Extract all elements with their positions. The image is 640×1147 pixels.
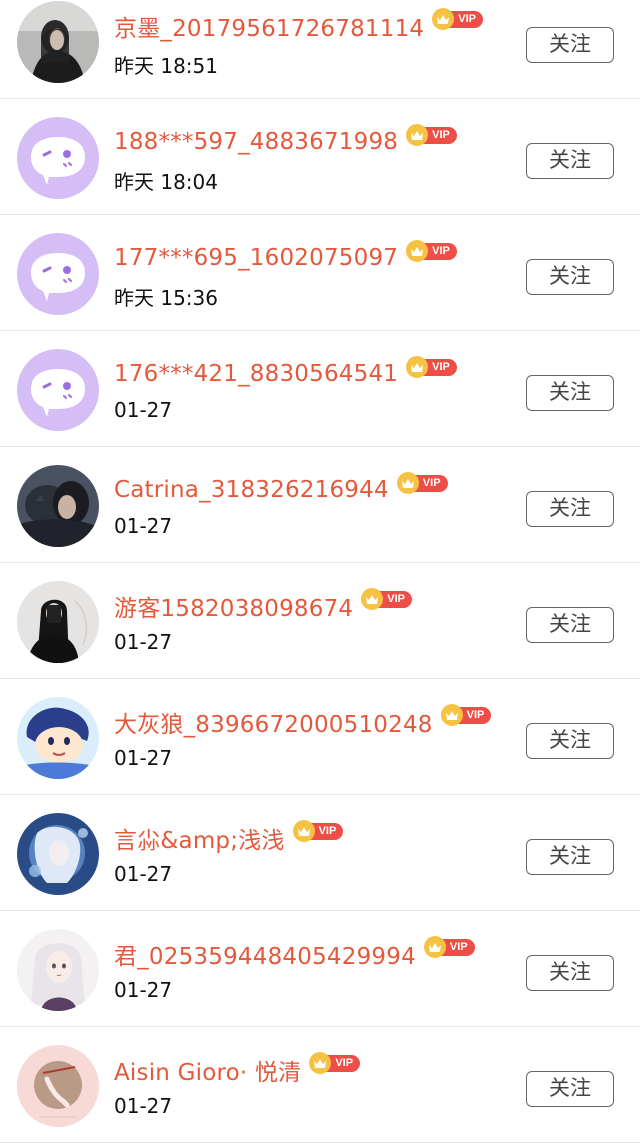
username[interactable]: 176***421_8830564541 — [114, 361, 398, 387]
timestamp: 昨天 15:36 — [114, 286, 218, 310]
crown-icon — [406, 124, 429, 146]
timestamp: 01-27 — [114, 514, 173, 538]
timestamp: 01-27 — [114, 630, 173, 654]
avatar[interactable] — [17, 1, 99, 83]
follow-button[interactable]: 关注 — [526, 955, 614, 991]
follow-button[interactable]: 关注 — [526, 27, 614, 63]
list-item[interactable]: 188***597_4883671998 VIP 昨天 18:04 关注 — [0, 99, 640, 215]
crown-icon — [292, 820, 315, 842]
crown-icon — [406, 240, 429, 262]
list-item[interactable]: 177***695_1602075097 VIP 昨天 15:36 关注 — [0, 215, 640, 331]
vip-badge: VIP — [309, 1052, 361, 1074]
vip-badge: VIP — [406, 124, 457, 146]
list-item[interactable]: 大灰狼_8396672000510248 VIP 01-27 关注 — [0, 679, 640, 795]
list-item[interactable]: 京墨_20179561726781114 VIP 昨天 18:51 关注 — [0, 0, 640, 99]
avatar[interactable] — [17, 465, 99, 547]
username[interactable]: 大灰狼_8396672000510248 — [114, 705, 433, 739]
avatar[interactable] — [17, 929, 99, 1011]
follow-button[interactable]: 关注 — [526, 1071, 614, 1107]
username[interactable]: 京墨_20179561726781114 — [114, 9, 424, 43]
follow-button[interactable]: 关注 — [526, 839, 614, 875]
crown-icon — [440, 704, 463, 726]
timestamp: 01-27 — [114, 862, 173, 886]
follow-button[interactable]: 关注 — [526, 491, 614, 527]
avatar[interactable] — [17, 349, 99, 431]
timestamp: 01-27 — [114, 746, 173, 770]
username[interactable]: Catrina_318326216944 — [114, 477, 389, 503]
crown-icon — [423, 936, 446, 958]
list-item[interactable]: 君_025359448405429994 VIP 01-27 关注 — [0, 911, 640, 1027]
timestamp: 01-27 — [114, 978, 173, 1002]
vip-badge: VIP — [396, 472, 448, 494]
timestamp: 01-27 — [114, 398, 173, 422]
vip-badge: VIP — [406, 240, 457, 262]
follow-button[interactable]: 关注 — [526, 143, 614, 179]
username[interactable]: Aisin Gioro· 悦清 — [114, 1053, 301, 1087]
timestamp: 昨天 18:51 — [114, 54, 218, 78]
timestamp: 昨天 18:04 — [114, 170, 218, 194]
follower-list: 京墨_20179561726781114 VIP 昨天 18:51 关注 188… — [0, 0, 640, 1143]
vip-badge: VIP — [432, 8, 484, 30]
avatar[interactable] — [17, 813, 99, 895]
list-item[interactable]: 176***421_8830564541 VIP 01-27 关注 — [0, 331, 640, 447]
crown-icon — [396, 472, 419, 494]
vip-badge: VIP — [406, 356, 457, 378]
vip-badge: VIP — [292, 820, 344, 842]
avatar[interactable] — [17, 697, 99, 779]
username[interactable]: 言尛&amp;浅浅 — [114, 821, 285, 855]
list-item[interactable]: Aisin Gioro· 悦清 VIP 01-27 关注 — [0, 1027, 640, 1143]
username[interactable]: 188***597_4883671998 — [114, 129, 398, 155]
timestamp: 01-27 — [114, 1094, 173, 1118]
list-item[interactable]: 言尛&amp;浅浅 VIP 01-27 关注 — [0, 795, 640, 911]
crown-icon — [406, 356, 429, 378]
avatar[interactable] — [17, 1045, 99, 1127]
follow-button[interactable]: 关注 — [526, 723, 614, 759]
follow-button[interactable]: 关注 — [526, 375, 614, 411]
vip-badge: VIP — [423, 936, 475, 958]
vip-badge: VIP — [361, 588, 412, 610]
avatar[interactable] — [17, 117, 99, 199]
avatar[interactable] — [17, 233, 99, 315]
username[interactable]: 177***695_1602075097 — [114, 245, 398, 271]
list-item[interactable]: Catrina_318326216944 VIP 01-27 关注 — [0, 447, 640, 563]
vip-badge: VIP — [440, 704, 492, 726]
username[interactable]: 游客1582038098674 — [114, 589, 353, 623]
follow-button[interactable]: 关注 — [526, 259, 614, 295]
username[interactable]: 君_025359448405429994 — [114, 937, 416, 971]
list-item[interactable]: 游客1582038098674 VIP 01-27 关注 — [0, 563, 640, 679]
follow-button[interactable]: 关注 — [526, 607, 614, 643]
avatar[interactable] — [17, 581, 99, 663]
